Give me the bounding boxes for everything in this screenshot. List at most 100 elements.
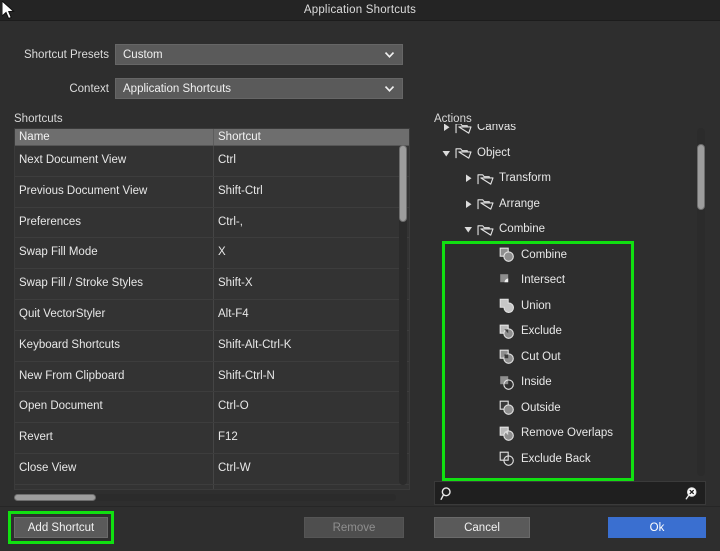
- tree-node-transform[interactable]: Transform: [434, 166, 706, 192]
- actions-tree[interactable]: Canvas Object Transform Arrange Combine Combi…: [434, 124, 706, 476]
- column-header-shortcut[interactable]: Shortcut: [214, 129, 409, 145]
- chevron-down-icon: [384, 86, 395, 93]
- tree-node-canvas[interactable]: Canvas: [434, 124, 706, 141]
- context-select[interactable]: Application Shortcuts: [115, 78, 403, 99]
- tree-node-remove-overlaps[interactable]: Remove Overlaps: [434, 421, 706, 447]
- shortcuts-table[interactable]: Name Shortcut Next Document View Ctrl Prev…: [14, 128, 410, 490]
- tree-node-cut-out[interactable]: Cut Out: [434, 345, 706, 371]
- table-row[interactable]: Keyboard Shortcuts Shift-Alt-Ctrl-K: [15, 330, 409, 362]
- union-op-icon: [499, 298, 514, 314]
- cell-shortcut-key: Ctrl-W: [218, 461, 251, 474]
- table-row[interactable]: Quit VectorStyler Alt-F4: [15, 299, 409, 331]
- tree-node-label: Arrange: [499, 197, 540, 210]
- table-row[interactable]: New From Clipboard Shift-Ctrl-N: [15, 361, 409, 393]
- tree-node-label: Combine: [521, 248, 568, 261]
- actions-vertical-scrollbar[interactable]: [697, 128, 705, 476]
- tree-node-arrange[interactable]: Arrange: [434, 192, 706, 218]
- remove-button[interactable]: Remove: [304, 517, 404, 538]
- column-header-name[interactable]: Name: [15, 129, 214, 145]
- triangle-right-icon[interactable]: [462, 172, 475, 185]
- table-row[interactable]: Revert F12: [15, 423, 409, 454]
- tree-node-label: Combine: [499, 223, 546, 235]
- actions-vertical-scroll-thumb[interactable]: [697, 144, 705, 210]
- tree-node-label: Canvas: [477, 124, 516, 133]
- ok-button[interactable]: Ok: [608, 517, 706, 538]
- table-row[interactable]: Swap Fill / Stroke Styles Shift-X: [15, 269, 409, 300]
- cell-shortcut-key: Shift-Ctrl-N: [218, 369, 275, 382]
- folder-icon: [477, 224, 494, 236]
- remove-overlaps-op-icon: [499, 426, 514, 441]
- cell-shortcut-key: X: [218, 246, 226, 259]
- clear-search-icon[interactable]: [685, 486, 700, 501]
- table-row[interactable]: Close View Ctrl-W: [15, 453, 409, 485]
- table-row[interactable]: Swap Fill Mode X: [15, 238, 409, 270]
- tree-node-label: Exclude: [521, 325, 562, 337]
- folder-icon: [477, 199, 494, 210]
- cell-action-name: Preferences: [15, 207, 214, 238]
- shortcuts-table-body: Next Document View Ctrl Previous Document …: [15, 146, 409, 489]
- triangle-down-icon[interactable]: [462, 223, 475, 236]
- tree-node-label: Transform: [499, 172, 551, 184]
- cell-shortcut-key: Alt-Ctrl-W: [214, 485, 409, 489]
- tree-node-outside[interactable]: Outside: [434, 396, 706, 422]
- table-row[interactable]: Open Document Ctrl-O: [15, 392, 409, 424]
- cancel-button[interactable]: Cancel: [434, 517, 530, 538]
- cell-action-name: Swap Fill Mode: [15, 238, 214, 269]
- window-title: Application Shortcuts: [303, 4, 417, 16]
- tree-node-label: Exclude Back: [521, 452, 591, 465]
- chevron-down-icon: [384, 52, 395, 59]
- shortcut-presets-value: Custom: [123, 48, 163, 61]
- cell-action-name: Quit VectorStyler: [15, 299, 214, 330]
- shortcuts-horizontal-scrollbar[interactable]: [14, 494, 396, 501]
- tree-node-exclude-back[interactable]: Exclude Back: [434, 447, 706, 473]
- cell-shortcut-key: Ctrl: [218, 154, 236, 166]
- cell-shortcut-key: F12: [218, 431, 238, 444]
- tree-node-object[interactable]: Object: [434, 141, 706, 167]
- tree-node-intersect[interactable]: Intersect: [434, 268, 706, 294]
- shortcuts-horizontal-scroll-thumb[interactable]: [14, 494, 96, 501]
- shortcuts-caption: Shortcuts: [14, 113, 63, 125]
- intersect-op-icon: [500, 273, 509, 282]
- folder-icon: [455, 148, 472, 159]
- tree-node-combine[interactable]: Combine: [434, 243, 706, 269]
- search-icon: [440, 486, 451, 500]
- triangle-down-icon[interactable]: [440, 147, 453, 160]
- tree-node-exclude[interactable]: Exclude: [434, 319, 706, 345]
- cell-action-name: Revert: [15, 423, 214, 453]
- triangle-right-icon[interactable]: [440, 124, 453, 134]
- tree-node-label: Union: [521, 299, 552, 312]
- tree-node-combine[interactable]: Combine: [434, 217, 706, 243]
- table-row[interactable]: Preferences Ctrl-,: [15, 207, 409, 239]
- folder-icon: [477, 173, 494, 185]
- context-value: Application Shortcuts: [123, 82, 232, 95]
- triangle-right-icon[interactable]: [462, 198, 475, 211]
- context-label: Context: [69, 82, 109, 95]
- cell-action-name: Previous Document View: [15, 176, 214, 207]
- shortcuts-vertical-scroll-thumb[interactable]: [399, 145, 407, 222]
- footer-divider: [0, 506, 720, 507]
- cell-shortcut-key: Ctrl-,: [218, 215, 243, 228]
- tree-node-label: Intersect: [521, 274, 566, 286]
- table-row[interactable]: Next Document View Ctrl: [15, 146, 409, 177]
- outside-op-icon: [499, 400, 514, 416]
- cell-action-name: Open Document: [15, 392, 214, 423]
- tree-node-inside[interactable]: Inside: [434, 370, 706, 396]
- cell-shortcut-key: Shift-Alt-Ctrl-K: [218, 338, 292, 351]
- table-row[interactable]: Close DocumentAlt-Ctrl-W: [15, 484, 409, 489]
- cell-shortcut-key: Ctrl-O: [218, 400, 249, 413]
- tree-node-label: Inside: [521, 376, 552, 388]
- cell-action-name: Close View: [15, 453, 214, 484]
- cell-shortcut-key: Shift-X: [218, 277, 253, 290]
- shortcuts-vertical-scrollbar[interactable]: [399, 145, 407, 485]
- cell-shortcut-key: Shift-Ctrl: [218, 184, 263, 197]
- table-row[interactable]: Previous Document View Shift-Ctrl: [15, 176, 409, 208]
- search-input[interactable]: [455, 487, 685, 499]
- tree-node-union[interactable]: Union: [434, 294, 706, 320]
- shortcut-presets-select[interactable]: Custom: [115, 44, 403, 65]
- actions-search-field[interactable]: [434, 481, 706, 505]
- add-shortcut-button[interactable]: Add Shortcut: [14, 517, 108, 538]
- title-bar: Application Shortcuts: [0, 0, 720, 21]
- exclude-back-op-icon: [499, 451, 514, 467]
- cut-out-op-icon: [499, 349, 514, 365]
- inside-op-icon: [500, 375, 514, 390]
